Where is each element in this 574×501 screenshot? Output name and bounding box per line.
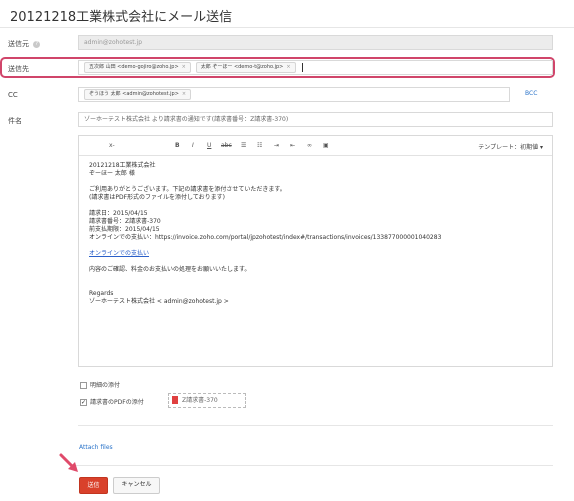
body-line: 請求日：2015/04/15	[89, 210, 148, 217]
text-cursor	[302, 63, 304, 72]
cc-field[interactable]: ぞうほう 太郎 <admin@zohotest.jp> ×	[78, 87, 510, 102]
body-line: オンラインでの支払い：https://invoice.zoho.com/port…	[89, 234, 442, 241]
body-line: ゾーホーテスト株式会社 < admin@zohotest.jp >	[89, 298, 229, 305]
font-size-button[interactable]: x-	[109, 142, 115, 149]
help-icon[interactable]: ?	[33, 40, 41, 48]
numbered-list-icon[interactable]: ☷	[257, 142, 262, 149]
remove-icon[interactable]: ×	[182, 91, 186, 97]
online-payment-link[interactable]: オンラインでの支払い	[89, 250, 542, 258]
bcc-link[interactable]: BCC	[525, 90, 537, 97]
invoice-pdf-option[interactable]: ✓ 請求書のPDFの添付	[80, 397, 144, 406]
bullet-list-icon[interactable]: ☰	[241, 142, 246, 149]
body-line: ぞーほー 太郎 様	[89, 170, 135, 177]
divider	[78, 425, 553, 426]
remove-icon[interactable]: ×	[182, 64, 186, 70]
editor-toolbar: x- B I U abc ☰ ☷ ⇥ ⇤ ∞ ▣ テンプレート：初期値 ▾	[79, 136, 552, 156]
sender-label-text: 送信元	[8, 40, 29, 48]
subject-label: 件名	[8, 117, 22, 125]
body-line: 請求書番号：Z請求書-370	[89, 218, 161, 225]
to-chip-text: 太郎 ぞーほー <demo-t@zoho.jp>	[200, 64, 284, 70]
to-chip[interactable]: 太郎 ぞーほー <demo-t@zoho.jp> ×	[195, 62, 296, 73]
body-line: Regards	[89, 290, 114, 297]
template-dropdown[interactable]: テンプレート：初期値 ▾	[478, 142, 543, 151]
cancel-button[interactable]: キャンセル	[113, 477, 160, 494]
body-line: (請求書はPDF形式のファイルを添付しております)	[89, 194, 226, 201]
pdf-icon	[172, 395, 178, 404]
to-label: 送信先	[8, 65, 29, 73]
pdf-attachment[interactable]: Z請求書-370	[168, 393, 246, 408]
body-line: 内容のご確認、料金のお支払いの処理をお願いいたします。	[89, 266, 251, 273]
cc-chip-text: ぞうほう 太郎 <admin@zohotest.jp>	[89, 91, 179, 97]
link-icon[interactable]: ∞	[307, 142, 312, 149]
invoice-pdf-label: 請求書のPDFの添付	[90, 399, 144, 406]
bold-button[interactable]: B	[175, 142, 180, 149]
sender-field: admin@zohotest.jp	[78, 35, 553, 50]
image-icon[interactable]: ▣	[323, 142, 329, 149]
email-body[interactable]: 20121218工業株式会社 ぞーほー 太郎 様 ご利用ありがとうございます。下…	[79, 156, 552, 312]
strikethrough-button[interactable]: abc	[221, 142, 232, 149]
body-line: 前支払期限：2015/04/15	[89, 226, 160, 233]
body-line: ご利用ありがとうございます。下記の請求書を添付させていただきます。	[89, 186, 286, 193]
cc-label: CC	[8, 91, 18, 99]
invoice-pdf-checkbox[interactable]: ✓	[80, 399, 87, 406]
statement-label: 明細の添付	[90, 382, 121, 389]
attach-files-link[interactable]: Attach files	[79, 444, 113, 451]
remove-icon[interactable]: ×	[286, 64, 290, 70]
send-button[interactable]: 送信	[79, 477, 108, 494]
underline-button[interactable]: U	[207, 142, 211, 149]
subject-input[interactable]: ゾーホーテスト株式会社 より請求書の通知です(請求書番号：Z請求書-370)	[78, 112, 553, 127]
attachment-name: Z請求書-370	[182, 397, 218, 404]
sender-label: 送信元 ?	[8, 39, 41, 49]
statement-attach-option[interactable]: 明細の添付	[80, 380, 120, 389]
statement-checkbox[interactable]	[80, 382, 87, 389]
divider	[70, 465, 553, 466]
indent-icon[interactable]: ⇥	[274, 142, 279, 149]
pointer-arrow-icon	[59, 453, 78, 472]
body-line: 20121218工業株式会社	[89, 162, 156, 169]
outdent-icon[interactable]: ⇤	[290, 142, 295, 149]
cc-chip[interactable]: ぞうほう 太郎 <admin@zohotest.jp> ×	[84, 89, 192, 100]
title-divider	[0, 27, 574, 28]
to-chip[interactable]: 五次郎 山田 <demo-gojiro@zoho.jp> ×	[84, 62, 191, 73]
page-title: 20121218工業株式会社にメール送信	[10, 10, 233, 25]
to-field[interactable]: 五次郎 山田 <demo-gojiro@zoho.jp> × 太郎 ぞーほー <d…	[78, 60, 553, 75]
italic-button[interactable]: I	[192, 142, 194, 149]
email-editor[interactable]: x- B I U abc ☰ ☷ ⇥ ⇤ ∞ ▣ テンプレート：初期値 ▾ 20…	[78, 135, 553, 367]
to-chip-text: 五次郎 山田 <demo-gojiro@zoho.jp>	[89, 64, 179, 70]
